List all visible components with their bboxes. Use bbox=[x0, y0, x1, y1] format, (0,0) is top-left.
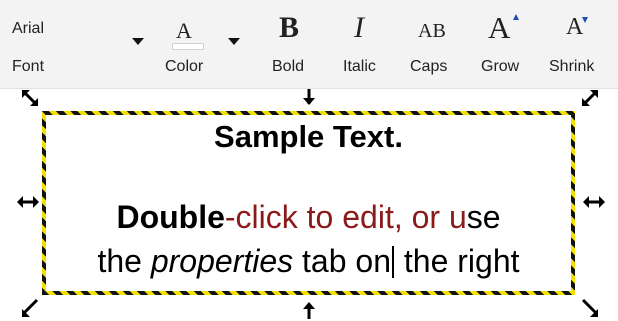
font-label: Font bbox=[12, 58, 45, 75]
text-line-2: Double-click to edit, or use bbox=[46, 199, 571, 236]
resize-e-icon[interactable] bbox=[582, 194, 606, 210]
text-dash: - bbox=[224, 199, 236, 235]
text-line-3: the properties tab on the right bbox=[46, 243, 571, 280]
italic-icon: I bbox=[354, 11, 364, 44]
font-dropdown[interactable]: Arial bbox=[8, 14, 148, 50]
resize-w-icon[interactable] bbox=[16, 194, 40, 210]
shrink-arrow-icon bbox=[582, 17, 588, 23]
resize-ne-icon[interactable] bbox=[578, 88, 600, 110]
text-run-before: the bbox=[97, 243, 151, 279]
bold-label: Bold bbox=[272, 58, 305, 75]
text-cursor bbox=[392, 246, 394, 278]
text-run-after: the right bbox=[395, 243, 520, 279]
font-color-icon: A bbox=[176, 18, 192, 43]
shrink-label: Shrink bbox=[549, 58, 595, 75]
resize-n-icon[interactable] bbox=[299, 87, 319, 107]
formatting-toolbar: Arial Font A Color B Bold I Italic AB Ca… bbox=[0, 0, 618, 89]
color-dropdown-arrow-icon[interactable] bbox=[228, 38, 240, 45]
text-run-middle: tab on bbox=[293, 243, 391, 279]
shrink-font-icon: A bbox=[566, 14, 584, 40]
font-value: Arial bbox=[12, 20, 45, 37]
text-plain-run: se bbox=[466, 199, 501, 235]
text-italic-word: properties bbox=[150, 243, 294, 279]
grow-arrow-icon bbox=[513, 14, 519, 20]
bold-icon: B bbox=[279, 11, 300, 44]
resize-se-icon[interactable] bbox=[578, 297, 600, 319]
grow-font-icon: A bbox=[488, 10, 511, 45]
text-title-line: Sample Text. bbox=[214, 119, 403, 154]
selected-text-box[interactable]: Sample Text. Double-click to edit, or us… bbox=[42, 111, 575, 295]
caps-icon: AB bbox=[418, 20, 446, 42]
text-bold-word: Double bbox=[116, 199, 225, 235]
resize-s-icon[interactable] bbox=[299, 300, 319, 320]
text-red-run: click to edit, or u bbox=[235, 199, 467, 235]
resize-sw-icon[interactable] bbox=[20, 297, 42, 319]
text-box-content[interactable]: Sample Text. Double-click to edit, or us… bbox=[46, 115, 571, 291]
caps-label: Caps bbox=[410, 58, 448, 75]
color-swatch bbox=[172, 43, 204, 50]
color-label: Color bbox=[165, 58, 204, 75]
font-dropdown-arrow-icon[interactable] bbox=[132, 38, 144, 45]
resize-nw-icon[interactable] bbox=[20, 88, 42, 110]
italic-label: Italic bbox=[343, 58, 376, 75]
grow-label: Grow bbox=[481, 58, 520, 75]
